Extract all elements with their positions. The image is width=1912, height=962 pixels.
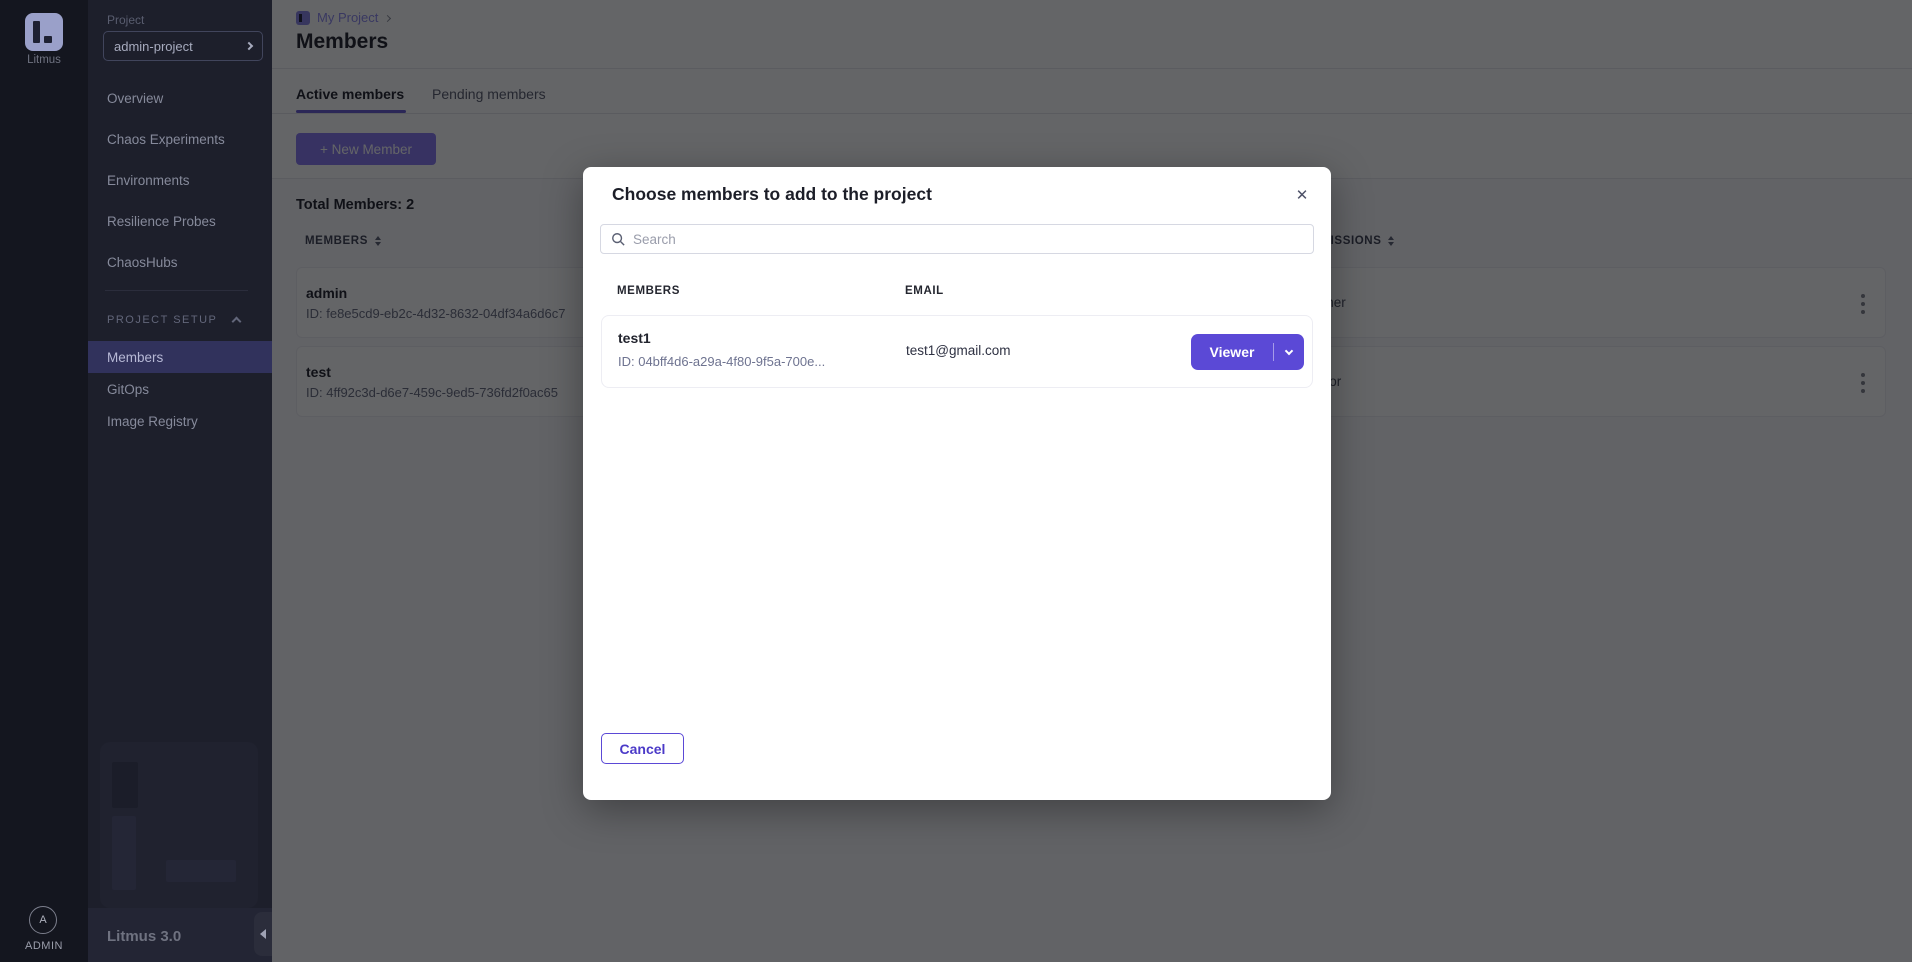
- chevron-right-icon: [245, 42, 253, 50]
- modal-column-header-email: EMAIL: [905, 285, 944, 297]
- project-label: Project: [107, 13, 144, 27]
- litmus-logo-mark: [44, 36, 52, 43]
- project-selector[interactable]: admin-project: [103, 31, 263, 61]
- sidebar-item-image-registry[interactable]: Image Registry: [88, 405, 272, 437]
- add-members-modal: Choose members to add to the project ✕ M…: [583, 167, 1331, 800]
- sidebar-panel: Project admin-project Overview Chaos Exp…: [88, 0, 272, 962]
- litmus-logo-label: Litmus: [0, 54, 88, 66]
- modal-title: Choose members to add to the project: [612, 184, 932, 205]
- sidebar-nav: Overview Chaos Experiments Environments …: [88, 78, 272, 283]
- role-select-split-button[interactable]: Viewer: [1191, 334, 1304, 370]
- project-setup-section-label: PROJECT SETUP: [107, 314, 217, 326]
- modal-member-name: test1: [618, 330, 651, 346]
- sidebar-item-resilience-probes[interactable]: Resilience Probes: [88, 201, 272, 242]
- close-icon[interactable]: ✕: [1288, 181, 1316, 209]
- litmus-logo-mark: [33, 21, 40, 43]
- search-icon: [611, 232, 625, 246]
- sidebar-item-chaoshubs[interactable]: ChaosHubs: [88, 242, 272, 283]
- search-input[interactable]: [633, 232, 1303, 247]
- app-window: My Project Members Active members Pendin…: [0, 0, 1912, 962]
- sidebar-divider: [105, 290, 248, 291]
- modal-member-row-test1[interactable]: test1 ID: 04bff4d6-a29a-4f80-9f5a-700e..…: [601, 315, 1313, 388]
- chevron-up-icon[interactable]: [232, 317, 242, 327]
- triangle-left-icon: [260, 929, 266, 939]
- chevron-down-icon[interactable]: [1274, 351, 1304, 354]
- sidebar-item-environments[interactable]: Environments: [88, 160, 272, 201]
- sidebar-footer: Litmus 3.0: [88, 908, 272, 962]
- sidebar-item-chaos-experiments[interactable]: Chaos Experiments: [88, 119, 272, 160]
- sidebar-collapse-handle[interactable]: [254, 912, 272, 956]
- sidebar-illustration: [100, 742, 258, 908]
- sidebar-item-gitops[interactable]: GitOps: [88, 373, 272, 405]
- role-select-label: Viewer: [1191, 344, 1273, 360]
- project-selector-value: admin-project: [114, 39, 246, 54]
- modal-member-email: test1@gmail.com: [906, 343, 1011, 358]
- cancel-button[interactable]: Cancel: [601, 733, 684, 764]
- user-avatar[interactable]: A: [29, 906, 57, 934]
- app-version-label: Litmus 3.0: [107, 928, 181, 945]
- user-role-label: ADMIN: [0, 940, 88, 952]
- sidebar-icon-strip: Litmus A ADMIN: [0, 0, 88, 962]
- sidebar-item-overview[interactable]: Overview: [88, 78, 272, 119]
- modal-member-id: ID: 04bff4d6-a29a-4f80-9f5a-700e...: [618, 354, 825, 369]
- litmus-logo-icon[interactable]: [25, 13, 63, 51]
- sidebar-item-members[interactable]: Members: [88, 341, 272, 373]
- modal-column-header-members: MEMBERS: [617, 285, 680, 297]
- project-setup-list: Members GitOps Image Registry: [88, 341, 272, 437]
- search-box: [600, 224, 1314, 254]
